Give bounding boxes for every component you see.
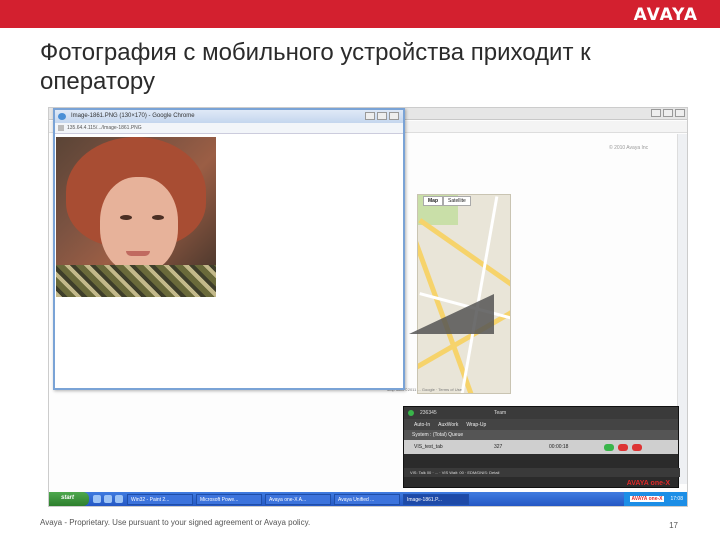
windows-taskbar: start Win32 - Paint 2... Microsoft Powe.…	[49, 492, 687, 506]
window-controls[interactable]	[651, 109, 685, 117]
map-shadow	[409, 294, 494, 334]
minimize-icon[interactable]	[365, 112, 375, 120]
softphone-footer: VIS: Talk 00 · ... · VIS Wait: 00 · EDM/…	[404, 468, 680, 477]
close-icon[interactable]	[675, 109, 685, 117]
softphone-brand: AVAYA one-X	[626, 480, 670, 487]
avaya-logo: AVAYA	[633, 5, 698, 25]
softphone-header: 236345 Team	[404, 407, 678, 419]
popup-address-text: 135.64.4.115/.../Image-1861.PNG	[67, 125, 142, 131]
softphone-state-tabs: Auto-In AuxWork Wrap-Up	[404, 419, 678, 430]
call-timer: 00:00:18	[549, 444, 569, 450]
photo-eye	[120, 215, 132, 220]
agent-number: 236345	[420, 410, 437, 416]
active-call-row[interactable]: VIS_test_tab 327 00:00:18	[404, 440, 678, 454]
auxwork-button[interactable]: AuxWork	[438, 422, 458, 430]
auto-in-button[interactable]: Auto-In	[414, 422, 430, 430]
agent-status: Team	[494, 410, 507, 416]
popup-titlebar: Image-1861.PNG (130×170) - Google Chrome	[55, 110, 403, 123]
start-button[interactable]: start	[49, 492, 89, 506]
taskbar-item-paint[interactable]: Win32 - Paint 2...	[127, 493, 193, 505]
media-icon[interactable]	[115, 495, 123, 503]
maximize-icon[interactable]	[377, 112, 387, 120]
photo-face	[100, 177, 178, 273]
popup-window-controls[interactable]	[365, 112, 399, 120]
mobile-photo	[56, 137, 216, 297]
taskbar-item-image[interactable]: Image-1861.P...	[403, 493, 469, 505]
photo-shirt	[56, 265, 216, 297]
minimize-icon[interactable]	[651, 109, 661, 117]
map-type-tabs: Map Satellite	[423, 196, 471, 206]
close-icon[interactable]	[389, 112, 399, 120]
footer-disclaimer: Avaya - Proprietary. Use pursuant to you…	[40, 518, 311, 527]
tray-brand[interactable]: AVAYA one-X	[629, 496, 665, 502]
top-banner: AVAYA	[0, 0, 720, 28]
slide-title: Фотография с мобильного устройства прихо…	[40, 39, 591, 95]
clock[interactable]: 17:08	[670, 496, 683, 502]
caller-name: VIS_test_tab	[414, 444, 443, 450]
maximize-icon[interactable]	[663, 109, 673, 117]
quick-launch	[93, 495, 123, 503]
wrap-up-button[interactable]: Wrap-Up	[466, 422, 486, 430]
ie-icon[interactable]	[93, 495, 101, 503]
explorer-icon[interactable]	[104, 495, 112, 503]
chrome-icon	[58, 113, 66, 120]
answer-call-icon[interactable]	[604, 444, 614, 451]
map-tab-satellite[interactable]: Satellite	[443, 196, 471, 206]
status-icon	[408, 410, 414, 416]
hangup-call-icon[interactable]	[618, 444, 628, 451]
popup-address-bar[interactable]: 135.64.4.115/.../Image-1861.PNG	[55, 123, 403, 134]
map-tab-map[interactable]: Map	[423, 196, 443, 206]
taskbar-item-one-x-agent[interactable]: Avaya one-X A...	[265, 493, 331, 505]
image-popup-window: Image-1861.PNG (130×170) - Google Chrome…	[53, 108, 405, 390]
embedded-screenshot: © 2010 Avaya Inc Map Satellite Map data …	[48, 107, 688, 507]
popup-title-text: Image-1861.PNG (130×170) - Google Chrome	[71, 113, 195, 119]
caller-extension: 327	[494, 444, 503, 450]
queue-group: System : (Total) Queue	[404, 430, 678, 440]
photo-mouth	[126, 251, 150, 256]
taskbar-item-unified[interactable]: Avaya Unified ...	[334, 493, 400, 505]
drop-call-icon[interactable]	[632, 444, 642, 451]
taskbar-item-powerpoint[interactable]: Microsoft Powe...	[196, 493, 262, 505]
photo-eye	[152, 215, 164, 220]
background-copyright: © 2010 Avaya Inc	[609, 145, 649, 151]
page-icon	[58, 125, 64, 131]
page-number: 17	[669, 521, 678, 530]
system-tray: AVAYA one-X 17:08	[623, 492, 687, 506]
softphone-window: 236345 Team Auto-In AuxWork Wrap-Up Syst…	[403, 406, 680, 488]
